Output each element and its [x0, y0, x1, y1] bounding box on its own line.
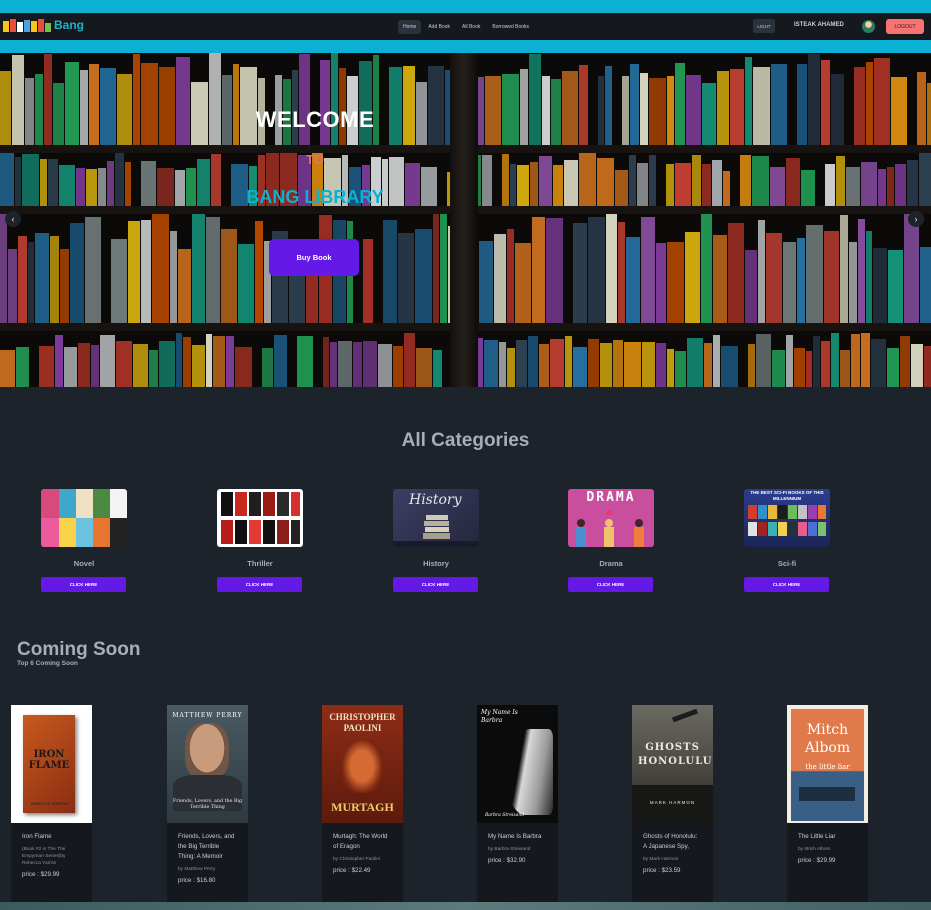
category-card-novel: Novel CLICK HERE	[41, 489, 127, 592]
scifi-image-text: THE BEST SCI-FI BOOKS OF THIS MILLENNIUM	[750, 490, 824, 501]
book-price: price : $22.49	[333, 867, 371, 874]
category-image-drama: DRAMA	[568, 489, 654, 547]
book-card-the-little-liar[interactable]: Mitch Albom the little liar The Little L…	[787, 705, 868, 905]
categories-title: All Categories	[401, 430, 530, 451]
hero-banner	[0, 53, 931, 387]
history-image-text: History	[409, 492, 462, 508]
bottom-accent-strip	[0, 40, 931, 53]
logout-button[interactable]: LOGOUT	[886, 19, 924, 34]
cover-author: MARK HARMON	[649, 800, 696, 805]
buy-book-button[interactable]: Buy Book	[269, 239, 359, 276]
book-cover: My Name Is Barbra Barbra Streisand	[477, 705, 558, 823]
category-card-history: History History CLICK HERE	[393, 489, 479, 592]
cover-author: Barbra Streisand	[485, 813, 525, 818]
book-card-my-name-is-barbra[interactable]: My Name Is Barbra Barbra Streisand My Na…	[477, 705, 558, 905]
book-card-murtagh[interactable]: CHRISTOPHER PAOLINI MURTAGH Murtagh: The…	[322, 705, 403, 905]
category-click-button[interactable]: CLICK HERE	[41, 577, 126, 592]
category-image-novel	[41, 489, 127, 547]
book-cover: GHOSTS HONOLULU MARK HARMON	[632, 705, 713, 823]
category-card-scifi: THE BEST SCI-FI BOOKS OF THIS MILLENNIUM…	[744, 489, 830, 592]
navbar: Bang Home Add Book All Book Borrowed Boo…	[0, 13, 931, 40]
book-author: (Book #2 in The The Empyrean Series)by R…	[22, 847, 66, 866]
category-name: Sci-fi	[777, 559, 797, 568]
cover-author: CHRISTOPHER PAOLINI	[329, 712, 396, 733]
book-title: My Name Is Barbra	[488, 833, 542, 840]
book-price: price : $32.90	[488, 857, 526, 864]
book-author: by Matthew Perry	[178, 867, 216, 872]
cover-title: the little liar	[805, 763, 850, 771]
category-click-button[interactable]: CLICK HERE	[217, 577, 302, 592]
top-accent-strip	[0, 0, 931, 13]
book-cover: IRON FLAME REBECCA YARROS	[11, 705, 92, 823]
book-card-iron-flame[interactable]: IRON FLAME REBECCA YARROS Iron Flame (Bo…	[11, 705, 92, 905]
category-card-thriller: Thriller CLICK HERE	[217, 489, 303, 592]
book-cover: Mitch Albom the little liar	[787, 705, 868, 823]
cover-title: IRON FLAME	[28, 749, 70, 771]
book-author: by Barbra Streisand	[488, 847, 531, 852]
user-name: ISTEAK AHAMED	[794, 22, 844, 28]
cover-author: MATTHEW PERRY	[172, 712, 243, 719]
category-card-drama: DRAMA Drama CLICK HERE	[568, 489, 654, 592]
coming-soon-title: Coming Soon	[17, 639, 141, 660]
category-image-scifi: THE BEST SCI-FI BOOKS OF THIS MILLENNIUM	[744, 489, 830, 547]
book-author: by Christopher Paolini	[333, 857, 380, 862]
avatar[interactable]	[862, 20, 875, 33]
nav-add-book[interactable]: Add Book	[423, 20, 455, 34]
book-cover: CHRISTOPHER PAOLINI MURTAGH	[322, 705, 403, 823]
category-name: Thriller	[247, 559, 273, 568]
logo-text: Bang	[54, 18, 84, 32]
book-title: Ghosts of Honolulu: A Japanese Spy,	[643, 833, 698, 850]
cover-author: Mitch Albom	[804, 722, 851, 756]
category-image-history: History	[393, 489, 479, 547]
cover-title: My Name Is Barbra	[481, 709, 518, 724]
book-title: Murtagh: The World of Eragon	[333, 833, 388, 850]
category-name: Drama	[599, 559, 623, 568]
book-price: price : $29.99	[798, 857, 836, 864]
category-click-button[interactable]: CLICK HERE	[568, 577, 653, 592]
hero-to-text: TO	[306, 152, 324, 167]
category-click-button[interactable]: CLICK HERE	[393, 577, 478, 592]
book-price: price : $23.59	[643, 867, 681, 874]
nav-links: Home Add Book All Book Borrowed Books	[398, 20, 534, 34]
carousel-next-icon[interactable]: ›	[908, 211, 924, 227]
nav-home[interactable]: Home	[398, 20, 422, 34]
nav-all-book[interactable]: All Book	[457, 20, 485, 34]
book-card-ghosts-of-honolulu[interactable]: GHOSTS HONOLULU MARK HARMON Ghosts of Ho…	[632, 705, 713, 905]
cover-title: GHOSTS HONOLULU	[638, 742, 713, 767]
hero-library-name: BANG LIBRARY	[246, 187, 384, 207]
category-name: Novel	[73, 559, 95, 568]
book-price: price : $16.80	[178, 877, 216, 884]
book-author: by Mitch Albom	[798, 847, 831, 852]
footer-edge	[0, 902, 931, 910]
book-cover: MATTHEW PERRY Friends, Lovers, and the B…	[167, 705, 248, 823]
cover-author: REBECCA YARROS	[30, 801, 68, 806]
cover-title: MURTAGH	[331, 800, 394, 814]
category-name: History	[423, 559, 449, 568]
carousel-prev-icon[interactable]: ‹	[5, 211, 21, 227]
book-price: price : $29.99	[22, 871, 60, 878]
book-author: by Mark Harmon	[643, 857, 679, 862]
book-title: Iron Flame	[22, 833, 52, 840]
category-image-thriller	[217, 489, 303, 547]
coming-soon-subtitle: Top 6 Coming Soon	[17, 660, 78, 667]
book-title: Friends, Lovers, and the Big Terrible Th…	[178, 833, 235, 860]
theme-toggle-button[interactable]: LIGHT	[753, 19, 775, 33]
cover-title: Friends, Lovers, and the Big Terrible Th…	[172, 799, 243, 810]
nav-borrowed-books[interactable]: Borrowed Books	[487, 20, 534, 34]
logo[interactable]: Bang	[3, 18, 84, 32]
book-title: The Little Liar	[798, 833, 836, 840]
book-card-friends-lovers[interactable]: MATTHEW PERRY Friends, Lovers, and the B…	[167, 705, 248, 905]
category-click-button[interactable]: CLICK HERE	[744, 577, 829, 592]
drama-image-text: DRAMA	[586, 490, 636, 505]
logo-books-icon	[3, 18, 51, 32]
hero-welcome-text: WELCOME	[255, 107, 375, 132]
